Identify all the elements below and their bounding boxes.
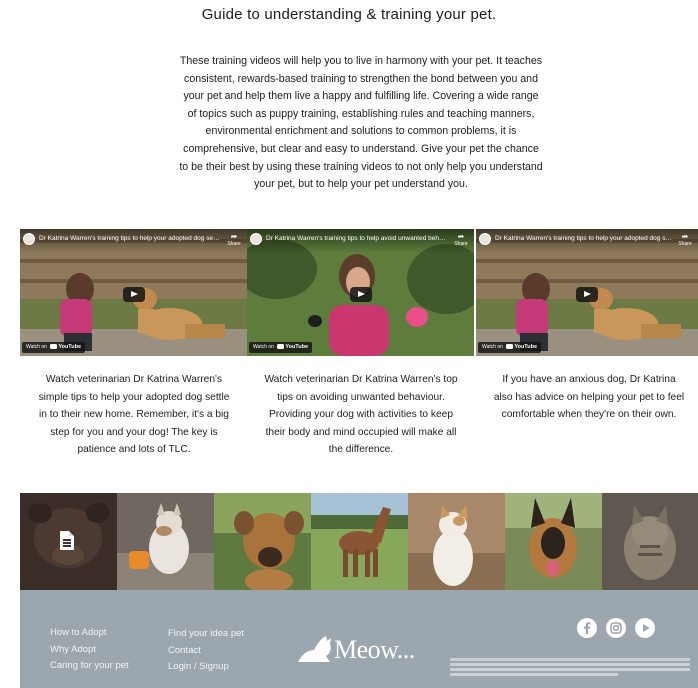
video-caption-2: Watch veterinarian Dr Katrina Warren's t…: [264, 374, 458, 456]
dog-photo: [505, 493, 602, 590]
share-label: Share: [678, 241, 692, 247]
footer-link-login-signup[interactable]: Login / Signup: [168, 661, 229, 672]
video-embed-3[interactable]: Dr Katrina Warren's training tips to hel…: [476, 229, 698, 356]
footer-link-caring-for-your-pet[interactable]: Caring for your pet: [50, 660, 129, 671]
page-title: Guide to understanding & training your p…: [201, 6, 497, 23]
footer-link-find-your-idea-pet[interactable]: Find your idea pet: [168, 628, 244, 639]
instagram-icon[interactable]: [606, 618, 626, 638]
share-label: Share: [227, 241, 241, 247]
gallery-photo-dog[interactable]: [20, 493, 117, 590]
cat-photo: [602, 493, 698, 590]
youtube-icon: [277, 343, 285, 349]
gallery-photo-cat[interactable]: [117, 493, 214, 590]
play-button[interactable]: [576, 287, 598, 303]
video-caption-1: Watch veterinarian Dr Katrina Warren's s…: [38, 374, 230, 456]
youtube-label: YouTube: [285, 344, 309, 350]
gallery-photo-dog[interactable]: [505, 493, 602, 590]
youtube-icon: [506, 343, 514, 349]
gallery-photo-dog[interactable]: [214, 493, 311, 590]
watch-on-youtube-button[interactable]: Watch on YouTube: [22, 342, 86, 353]
site-footer: How to Adopt Why Adopt Caring for your p…: [20, 590, 698, 688]
footer-link-contact[interactable]: Contact: [168, 645, 201, 656]
share-label: Share: [454, 241, 468, 247]
footer-link-how-to-adopt[interactable]: How to Adopt: [50, 627, 107, 638]
watch-on-label: Watch on: [482, 344, 503, 350]
share-button[interactable]: ➦ Share: [453, 232, 469, 247]
gallery-photo-horse[interactable]: [311, 493, 408, 590]
watch-on-youtube-button[interactable]: Watch on YouTube: [478, 342, 542, 353]
video-title[interactable]: Dr Katrina Warren's training tips to hel…: [266, 235, 448, 242]
share-button[interactable]: ➦ Share: [677, 232, 693, 247]
youtube-icon[interactable]: [635, 618, 655, 638]
video-embed-1[interactable]: Dr Katrina Warren's training tips to hel…: [20, 229, 247, 356]
play-button[interactable]: [349, 287, 372, 303]
play-button[interactable]: [122, 287, 145, 303]
video-title[interactable]: Dr Katrina Warren's training tips to hel…: [39, 235, 221, 242]
youtube-icon: [50, 343, 58, 349]
youtube-label: YouTube: [58, 344, 82, 350]
video-row: Dr Katrina Warren's training tips to hel…: [20, 229, 698, 356]
watch-on-label: Watch on: [26, 344, 47, 350]
gallery-photo-cat[interactable]: [408, 493, 505, 590]
intro-paragraph: These training videos will help you to l…: [179, 55, 543, 191]
facebook-icon[interactable]: [577, 618, 597, 638]
channel-avatar[interactable]: [23, 233, 35, 245]
channel-avatar[interactable]: [479, 233, 491, 245]
horse-photo: [311, 493, 408, 590]
meow-logo[interactable]: Meow...: [296, 630, 456, 670]
watch-on-label: Watch on: [253, 344, 274, 350]
youtube-label: YouTube: [514, 344, 538, 350]
video-embed-2[interactable]: Dr Katrina Warren's training tips to hel…: [247, 229, 474, 356]
cat-photo: [117, 493, 214, 590]
video-caption-3: If you have an anxious dog, Dr Katrina a…: [493, 374, 685, 421]
cat-photo: [408, 493, 505, 590]
share-icon: ➦: [230, 232, 238, 241]
video-title[interactable]: Dr Katrina Warren's training tips to hel…: [495, 235, 672, 242]
share-icon: ➦: [457, 232, 465, 241]
pet-photo-gallery: [20, 493, 698, 590]
document-icon[interactable]: [60, 531, 74, 550]
legal-fineprint: [450, 657, 690, 676]
channel-avatar[interactable]: [250, 233, 262, 245]
watch-on-youtube-button[interactable]: Watch on YouTube: [249, 342, 313, 353]
dog-photo: [214, 493, 311, 590]
share-button[interactable]: ➦ Share: [226, 232, 242, 247]
footer-link-why-adopt[interactable]: Why Adopt: [50, 644, 96, 655]
gallery-photo-cat[interactable]: [602, 493, 698, 590]
cat-logo-icon: [298, 636, 331, 662]
logo-text: Meow...: [334, 635, 415, 664]
share-icon: ➦: [681, 232, 689, 241]
